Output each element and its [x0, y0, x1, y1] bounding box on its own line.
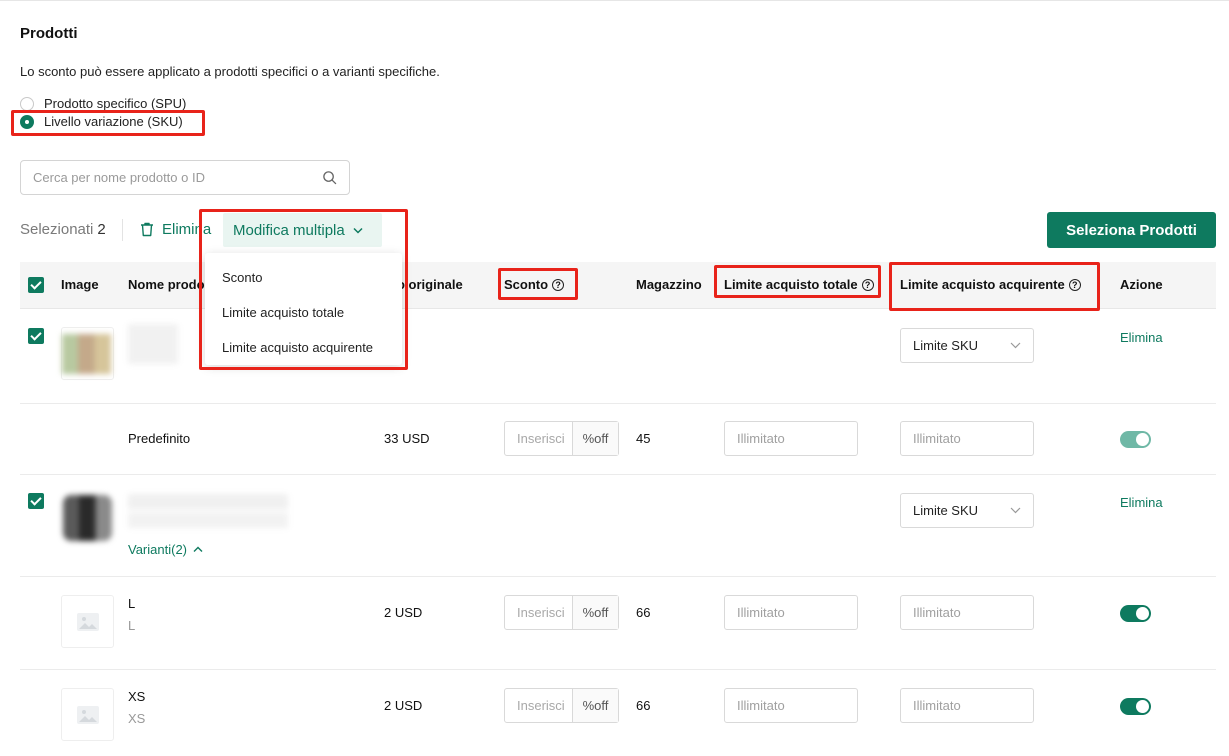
- annotation-highlight-bulk-edit: [199, 209, 408, 370]
- discount-input-group[interactable]: Inserisci %off: [504, 688, 619, 723]
- variant-thumbnail: [61, 688, 114, 741]
- annotation-highlight-total-limit: [714, 265, 881, 298]
- section-title: Prodotti: [20, 25, 78, 42]
- discount-input[interactable]: Inserisci: [505, 689, 573, 722]
- discount-unit: %off: [573, 422, 618, 455]
- selected-number: 2: [97, 221, 106, 238]
- variant-name: L: [128, 596, 136, 611]
- variants-toggle[interactable]: Varianti(2): [128, 542, 203, 557]
- selected-count: Selezionati 2: [20, 221, 106, 238]
- discount-input[interactable]: Inserisci: [505, 422, 573, 455]
- buyer-limit-input[interactable]: Illimitato: [900, 688, 1034, 723]
- blurred-image: [63, 495, 112, 541]
- select-products-button[interactable]: Seleziona Prodotti: [1047, 212, 1216, 248]
- product-thumbnail: [61, 493, 114, 546]
- variant-thumbnail: [61, 595, 114, 648]
- discount-input-group[interactable]: Inserisci %off: [504, 421, 619, 456]
- image-placeholder-icon: [76, 705, 99, 724]
- row-checkbox[interactable]: [28, 493, 44, 509]
- top-divider: [0, 0, 1229, 1]
- section-subtitle: Lo sconto può essere applicato a prodott…: [20, 64, 440, 79]
- search-icon[interactable]: [322, 170, 337, 185]
- radio-option-spu[interactable]: Prodotto specifico (SPU): [20, 96, 186, 111]
- annotation-highlight-sku: [11, 110, 205, 136]
- variant-price: 33 USD: [384, 431, 430, 446]
- variant-name: XS: [128, 689, 146, 704]
- buyer-limit-select[interactable]: Limite SKU: [900, 493, 1034, 528]
- product-thumbnail: [61, 327, 114, 380]
- buyer-limit-input[interactable]: Illimitato: [900, 595, 1034, 630]
- annotation-highlight-buyer-limit: [889, 262, 1100, 311]
- variant-stock: 45: [636, 431, 651, 446]
- variants-toggle-label: Varianti(2): [128, 542, 188, 557]
- variant-name: Predefinito: [128, 431, 191, 446]
- blurred-image: [62, 334, 111, 374]
- variant-price: 2 USD: [384, 605, 423, 620]
- total-limit-input[interactable]: Illimitato: [724, 421, 858, 456]
- header-action: Azione: [1120, 277, 1163, 292]
- blurred-product-name: [128, 494, 288, 528]
- variant-price: 2 USD: [384, 698, 423, 713]
- delete-product-link[interactable]: Elimina: [1120, 330, 1163, 345]
- total-limit-input[interactable]: Illimitato: [724, 595, 858, 630]
- buyer-limit-select[interactable]: Limite SKU: [900, 328, 1034, 363]
- variant-sub: L: [128, 618, 136, 633]
- variant-stock: 66: [636, 698, 651, 713]
- discount-unit: %off: [573, 689, 618, 722]
- chevron-down-icon: [1010, 507, 1021, 514]
- discount-unit: %off: [573, 596, 618, 629]
- variant-sub: XS: [128, 711, 146, 726]
- chevron-up-icon: [193, 546, 203, 552]
- header-name: Nome prodo: [128, 277, 205, 292]
- discount-input-group[interactable]: Inserisci %off: [504, 595, 619, 630]
- row-divider: [20, 474, 1216, 475]
- row-divider: [20, 576, 1216, 577]
- toolbar-divider: [122, 219, 123, 241]
- variant-toggle[interactable]: [1120, 431, 1151, 448]
- row-checkbox[interactable]: [28, 328, 44, 344]
- row-divider: [20, 403, 1216, 404]
- variant-toggle[interactable]: [1120, 605, 1151, 622]
- trash-icon: [141, 222, 153, 237]
- row-divider: [20, 669, 1216, 670]
- blurred-product-name: [128, 324, 178, 364]
- discount-input[interactable]: Inserisci: [505, 596, 573, 629]
- radio-label: Prodotto specifico (SPU): [44, 96, 187, 111]
- select-all-checkbox[interactable]: [28, 277, 44, 293]
- buyer-limit-select-value: Limite SKU: [913, 503, 979, 518]
- selected-label: Selezionati: [20, 221, 94, 238]
- delete-product-link[interactable]: Elimina: [1120, 495, 1163, 510]
- annotation-highlight-discount: [498, 268, 578, 300]
- variant-stock: 66: [636, 605, 651, 620]
- buyer-limit-select-value: Limite SKU: [913, 338, 979, 353]
- variant-toggle[interactable]: [1120, 698, 1151, 715]
- header-stock: Magazzino: [636, 277, 702, 292]
- search-box[interactable]: [20, 160, 350, 195]
- buyer-limit-input[interactable]: Illimitato: [900, 421, 1034, 456]
- total-limit-input[interactable]: Illimitato: [724, 688, 858, 723]
- search-input[interactable]: [33, 170, 322, 185]
- chevron-down-icon: [1010, 342, 1021, 349]
- header-image: Image: [61, 277, 99, 292]
- image-placeholder-icon: [76, 612, 99, 631]
- radio-icon[interactable]: [20, 96, 34, 111]
